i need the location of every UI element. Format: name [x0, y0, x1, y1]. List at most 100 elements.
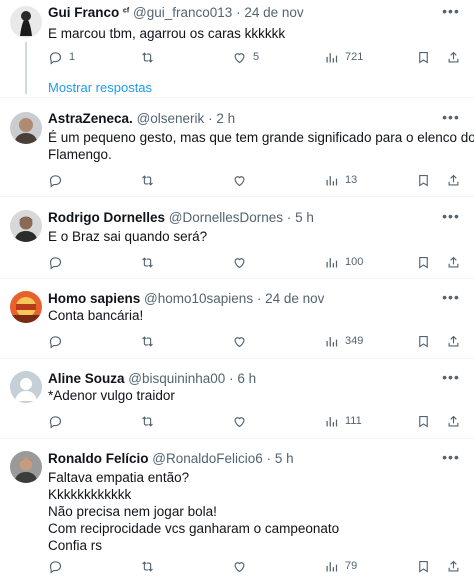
- share-button[interactable]: [446, 171, 461, 189]
- share-button[interactable]: [446, 253, 461, 271]
- reply-button[interactable]: [48, 557, 69, 575]
- more-icon[interactable]: •••: [440, 450, 462, 468]
- avatar[interactable]: [10, 112, 42, 144]
- post-time[interactable]: 24 de nov: [244, 5, 303, 20]
- post-line: E o Braz sai quando será?: [48, 229, 208, 244]
- post-astrazeneca[interactable]: AstraZeneca. @olsenerik · 2 h ••• É um p…: [0, 98, 474, 197]
- retweet-button[interactable]: [140, 253, 161, 271]
- author-name[interactable]: Rodrigo Dornelles: [48, 210, 165, 225]
- bookmark-button[interactable]: [416, 412, 431, 430]
- avatar[interactable]: [10, 291, 42, 323]
- post-line: Kkkkkkkkkkkk: [48, 487, 132, 502]
- post-header: Homo sapiens @homo10sapiens · 24 de nov: [48, 291, 434, 307]
- avatar[interactable]: [10, 210, 42, 242]
- thread-line: [25, 42, 27, 94]
- views-icon: [326, 561, 338, 571]
- post-aline-souza[interactable]: Aline Souza @bisquininha00 · 6 h ••• *Ad…: [0, 359, 474, 439]
- like-button[interactable]: 5: [232, 48, 259, 66]
- like-button[interactable]: [232, 557, 253, 575]
- post-time[interactable]: 5 h: [275, 451, 294, 466]
- retweet-button[interactable]: [140, 332, 161, 350]
- more-icon[interactable]: •••: [440, 4, 462, 22]
- views-icon: [326, 52, 338, 62]
- reply-button[interactable]: [48, 253, 69, 271]
- author-handle[interactable]: @homo10sapiens: [144, 291, 253, 306]
- retweet-button[interactable]: [140, 557, 161, 575]
- share-button[interactable]: [446, 48, 461, 66]
- retweet-button[interactable]: [140, 171, 161, 189]
- retweet-button[interactable]: [140, 48, 161, 66]
- more-icon[interactable]: •••: [440, 110, 462, 128]
- reply-button[interactable]: 1: [48, 48, 75, 66]
- more-icon[interactable]: •••: [440, 209, 462, 227]
- views-button[interactable]: 721: [324, 48, 363, 66]
- share-button[interactable]: [446, 332, 461, 350]
- views-button[interactable]: 111: [324, 412, 362, 430]
- more-icon[interactable]: •••: [440, 290, 462, 308]
- post-rodrigo-dornelles[interactable]: Rodrigo Dornelles @DornellesDornes · 5 h…: [0, 197, 474, 279]
- author-name[interactable]: Gui Franco: [48, 5, 119, 20]
- view-count: 79: [345, 560, 358, 572]
- post-line: É um pequeno gesto, mas que tem grande s…: [48, 130, 474, 145]
- share-icon: [448, 51, 459, 62]
- share-button[interactable]: [446, 412, 461, 430]
- views-button[interactable]: 79: [324, 557, 357, 575]
- bookmark-button[interactable]: [416, 48, 431, 66]
- views-button[interactable]: 100: [324, 253, 363, 271]
- share-icon: [448, 415, 459, 426]
- avatar[interactable]: [10, 451, 42, 483]
- reply-button[interactable]: [48, 332, 69, 350]
- post-line: Faltava empatia então?: [48, 470, 190, 485]
- post-text: E o Braz sai quando será?: [48, 228, 454, 245]
- author-handle[interactable]: @RonaldoFelicio6: [152, 451, 263, 466]
- bookmark-button[interactable]: [416, 171, 431, 189]
- like-icon: [234, 416, 245, 427]
- post-time[interactable]: 24 de nov: [265, 291, 324, 306]
- views-button[interactable]: 349: [324, 332, 363, 350]
- reply-count: 1: [69, 51, 76, 63]
- separator: ·: [229, 371, 234, 386]
- post-line: Conta bancária!: [48, 308, 144, 323]
- post-gui-franco[interactable]: Gui Franco ᶜᶠ @gui_franco013 · 24 de nov…: [0, 0, 474, 98]
- reply-button[interactable]: [48, 412, 69, 430]
- author-handle[interactable]: @gui_franco013: [133, 5, 232, 20]
- post-line: *Adenor vulgo traidor: [48, 388, 175, 403]
- bookmark-button[interactable]: [416, 557, 431, 575]
- post-time[interactable]: 2 h: [216, 111, 235, 126]
- views-button[interactable]: 13: [324, 171, 357, 189]
- retweet-button[interactable]: [140, 412, 161, 430]
- avatar[interactable]: [10, 6, 42, 38]
- reply-icon: [49, 335, 62, 349]
- show-replies-link[interactable]: Mostrar respostas: [48, 80, 152, 95]
- author-handle[interactable]: @DornellesDornes: [169, 210, 283, 225]
- post-time[interactable]: 6 h: [237, 371, 256, 386]
- like-button[interactable]: [232, 412, 253, 430]
- view-count: 721: [345, 51, 364, 63]
- bookmark-button[interactable]: [416, 332, 431, 350]
- like-button[interactable]: [232, 332, 253, 350]
- post-ronaldo-felicio[interactable]: Ronaldo Felício @RonaldoFelicio6 · 5 h •…: [0, 439, 474, 585]
- author-handle[interactable]: @olsenerik: [137, 111, 205, 126]
- share-button[interactable]: [446, 557, 461, 575]
- author-handle[interactable]: @bisquininha00: [128, 371, 225, 386]
- avatar[interactable]: [10, 371, 42, 403]
- like-button[interactable]: [232, 253, 253, 271]
- reply-button[interactable]: [48, 171, 69, 189]
- author-name[interactable]: Homo sapiens: [48, 291, 140, 306]
- like-icon: [234, 257, 245, 268]
- post-homo-sapiens[interactable]: Homo sapiens @homo10sapiens · 24 de nov …: [0, 279, 474, 359]
- like-button[interactable]: [232, 171, 253, 189]
- author-name[interactable]: AstraZeneca.: [48, 111, 133, 126]
- views-icon: [326, 175, 338, 185]
- post-text: Faltava empatia então? Kkkkkkkkkkkk Não …: [48, 469, 454, 554]
- post-time[interactable]: 5 h: [295, 210, 314, 225]
- post-header: Ronaldo Felício @RonaldoFelicio6 · 5 h: [48, 451, 434, 467]
- bookmark-button[interactable]: [416, 253, 431, 271]
- retweet-icon: [142, 51, 153, 63]
- reply-icon: [49, 174, 62, 188]
- author-name[interactable]: Aline Souza: [48, 371, 125, 386]
- views-icon: [326, 336, 338, 346]
- more-icon[interactable]: •••: [440, 370, 462, 388]
- post-line: Não precisa nem jogar bola!: [48, 504, 217, 519]
- author-name[interactable]: Ronaldo Felício: [48, 451, 149, 466]
